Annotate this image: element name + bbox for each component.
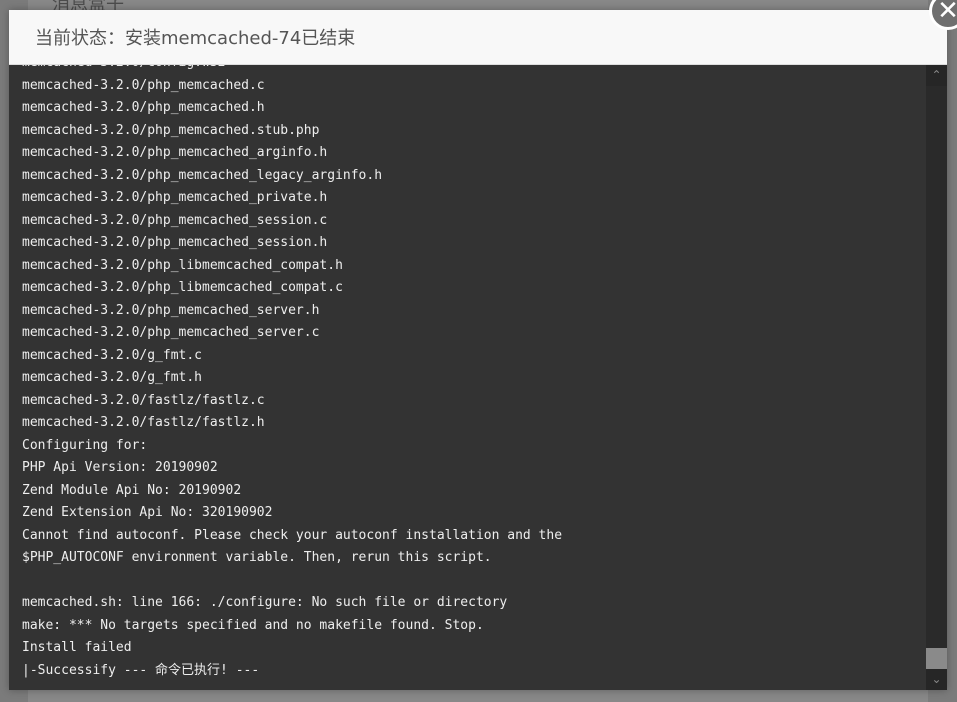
- log-line: memcached-3.2.0/config.w32: [22, 65, 562, 75]
- log-output[interactable]: memcached-3.2.0/config.w32 memcached-3.2.…: [9, 65, 926, 690]
- log-line: memcached-3.2.0/php_memcached_session.h: [22, 235, 328, 250]
- log-line: memcached-3.2.0/php_memcached_server.c: [22, 325, 320, 340]
- log-line: |-Successify --- 命令已执行! ---: [22, 662, 260, 678]
- log-line: Zend Module Api No: 20190902: [22, 482, 242, 498]
- log-lines: memcached-3.2.0/config.w32 memcached-3.2.…: [22, 65, 562, 682]
- log-line: memcached-3.2.0/php_memcached_legacy_arg…: [22, 167, 383, 183]
- log-line: $PHP_AUTOCONF environment variable. Then…: [22, 550, 492, 565]
- scrollbar[interactable]: ⌃ ⌄: [926, 65, 947, 690]
- log-line: memcached-3.2.0/php_memcached.c: [22, 77, 265, 93]
- log-line: memcached.sh: line 166: ./configure: No …: [22, 595, 508, 610]
- log-line: memcached-3.2.0/php_memcached_arginfo.h: [22, 145, 328, 160]
- log-line: make: *** No targets specified and no ma…: [22, 617, 484, 633]
- log-line: memcached-3.2.0/php_libmemcached_compat.…: [22, 280, 343, 295]
- log-line: Install failed: [22, 640, 132, 655]
- scroll-up-icon[interactable]: ⌃: [926, 65, 947, 86]
- log-line: memcached-3.2.0/php_libmemcached_compat.…: [22, 257, 343, 273]
- log-line: memcached-3.2.0/php_memcached_session.c: [22, 212, 328, 228]
- log-line: memcached-3.2.0/php_memcached.stub.php: [22, 122, 320, 138]
- scroll-down-icon[interactable]: ⌄: [926, 669, 947, 690]
- log-line: memcached-3.2.0/php_memcached_private.h: [22, 190, 328, 205]
- log-line: Configuring for:: [22, 437, 148, 453]
- modal-title: 当前状态：安装memcached-74已结束: [35, 28, 356, 49]
- log-line: memcached-3.2.0/g_fmt.h: [22, 370, 203, 385]
- log-line: memcached-3.2.0/php_memcached_server.h: [22, 302, 320, 318]
- log-line: Zend Extension Api No: 320190902: [22, 505, 273, 520]
- modal-header: 当前状态：安装memcached-74已结束: [9, 10, 947, 65]
- log-line: memcached-3.2.0/fastlz/fastlz.c: [22, 392, 265, 408]
- log-line: memcached-3.2.0/g_fmt.c: [22, 347, 203, 363]
- install-log-modal: 当前状态：安装memcached-74已结束 memcached-3.2.0/c…: [9, 10, 947, 690]
- log-line: Cannot find autoconf. Please check your …: [22, 527, 563, 543]
- log-line: memcached-3.2.0/php_memcached.h: [22, 100, 265, 115]
- log-line: PHP Api Version: 20190902: [22, 460, 218, 475]
- log-line: memcached-3.2.0/fastlz/fastlz.h: [22, 415, 265, 430]
- scrollbar-thumb[interactable]: [926, 648, 947, 669]
